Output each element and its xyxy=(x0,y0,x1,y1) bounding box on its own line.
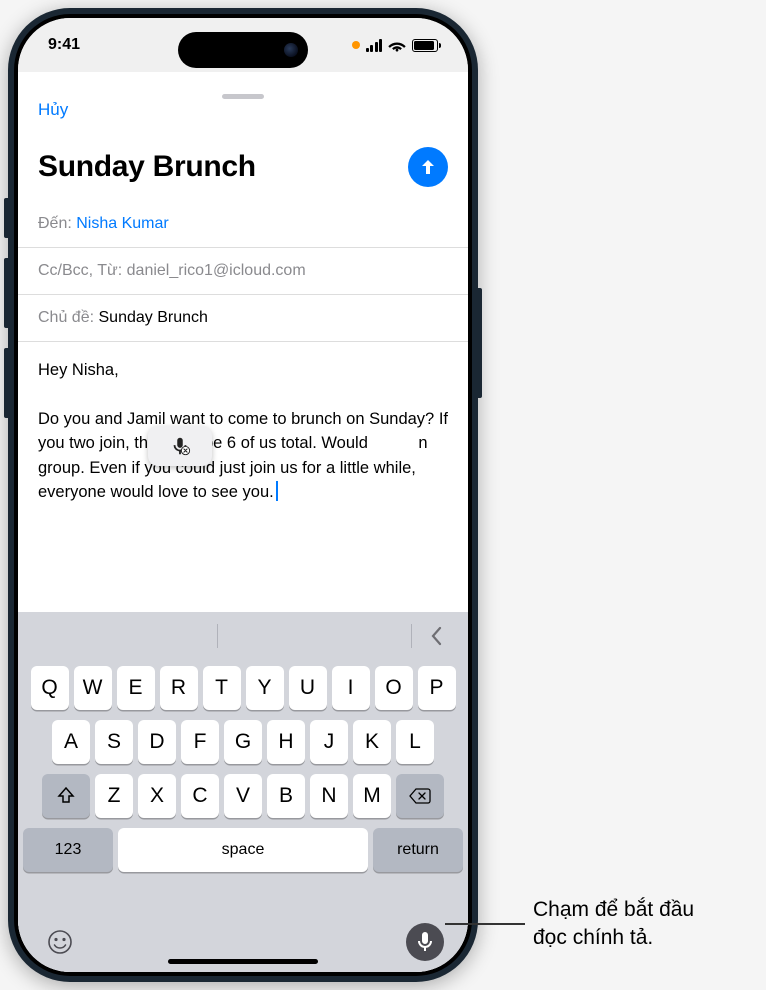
collapse-suggest-button[interactable] xyxy=(418,619,456,653)
key-s[interactable]: S xyxy=(95,720,133,764)
key-d[interactable]: D xyxy=(138,720,176,764)
number-key[interactable]: 123 xyxy=(23,828,113,872)
key-x[interactable]: X xyxy=(138,774,176,818)
dictation-button[interactable] xyxy=(406,923,444,961)
cellular-icon xyxy=(366,39,383,52)
microphone-icon xyxy=(416,931,434,953)
volume-down xyxy=(4,348,10,418)
send-button[interactable] xyxy=(408,147,448,187)
key-q[interactable]: Q xyxy=(31,666,69,710)
screen: 9:41 Hủy Sunday Brunch xyxy=(18,18,468,972)
kb-row-3: ZXCVBNM xyxy=(23,774,463,818)
shift-icon xyxy=(56,786,76,806)
wifi-icon xyxy=(388,39,406,52)
divider xyxy=(217,624,218,648)
key-p[interactable]: P xyxy=(418,666,456,710)
delete-icon xyxy=(409,788,431,804)
keyboard-rows: QWERTYUIOP ASDFGHJKL ZXCVBNM 123 space r… xyxy=(18,660,468,914)
space-key[interactable]: space xyxy=(118,828,368,872)
key-k[interactable]: K xyxy=(353,720,391,764)
mic-cancel-icon xyxy=(169,435,191,457)
chevron-left-icon xyxy=(430,626,444,646)
cc-label: Cc/Bcc, Từ: xyxy=(38,262,122,279)
callout-line-2: đọc chính tả. xyxy=(533,924,753,952)
key-u[interactable]: U xyxy=(289,666,327,710)
key-i[interactable]: I xyxy=(332,666,370,710)
callout: Chạm để bắt đầu đọc chính tả. xyxy=(445,896,753,953)
key-w[interactable]: W xyxy=(74,666,112,710)
grabber[interactable] xyxy=(222,94,264,99)
callout-line-1: Chạm để bắt đầu xyxy=(533,896,753,924)
key-c[interactable]: C xyxy=(181,774,219,818)
mute-switch xyxy=(4,198,10,238)
arrow-up-icon xyxy=(418,157,438,177)
key-n[interactable]: N xyxy=(310,774,348,818)
kb-row-1: QWERTYUIOP xyxy=(23,666,463,710)
to-value: Nisha Kumar xyxy=(76,215,168,232)
compose-title: Sunday Brunch xyxy=(38,150,256,184)
volume-up xyxy=(4,258,10,328)
home-indicator[interactable] xyxy=(168,959,318,964)
subject-label: Chủ đề: xyxy=(38,309,94,326)
key-y[interactable]: Y xyxy=(246,666,284,710)
callout-text: Chạm để bắt đầu đọc chính tả. xyxy=(533,896,753,953)
return-key[interactable]: return xyxy=(373,828,463,872)
body-textarea[interactable]: Hey Nisha, Do you and Jamil want to come… xyxy=(18,342,468,520)
key-f[interactable]: F xyxy=(181,720,219,764)
emoji-icon xyxy=(46,928,74,956)
status-icons xyxy=(352,39,439,52)
key-g[interactable]: G xyxy=(224,720,262,764)
keyboard-suggest-bar xyxy=(18,612,468,660)
cancel-button[interactable]: Hủy xyxy=(38,100,68,120)
compose-card: Hủy Sunday Brunch Đến: Nisha Kumar Cc/Bc… xyxy=(18,86,468,972)
battery-icon xyxy=(412,39,438,52)
cc-bcc-from-field[interactable]: Cc/Bcc, Từ: daniel_rico1@icloud.com xyxy=(18,248,468,295)
key-t[interactable]: T xyxy=(203,666,241,710)
dictation-popup[interactable] xyxy=(148,426,212,466)
key-l[interactable]: L xyxy=(396,720,434,764)
delete-key[interactable] xyxy=(396,774,444,818)
key-e[interactable]: E xyxy=(117,666,155,710)
status-bar: 9:41 xyxy=(18,18,468,72)
key-h[interactable]: H xyxy=(267,720,305,764)
kb-row-2: ASDFGHJKL xyxy=(23,720,463,764)
callout-leader-line xyxy=(445,923,525,925)
compose-header: Sunday Brunch xyxy=(18,107,468,201)
to-field[interactable]: Đến: Nisha Kumar xyxy=(18,201,468,248)
phone-frame: 9:41 Hủy Sunday Brunch xyxy=(8,8,478,982)
to-label: Đến: xyxy=(38,215,72,232)
key-r[interactable]: R xyxy=(160,666,198,710)
subject-value: Sunday Brunch xyxy=(99,309,208,326)
subject-field[interactable]: Chủ đề: Sunday Brunch xyxy=(18,295,468,342)
key-z[interactable]: Z xyxy=(95,774,133,818)
shift-key[interactable] xyxy=(42,774,90,818)
from-value: daniel_rico1@icloud.com xyxy=(127,262,306,279)
side-button xyxy=(476,288,482,398)
keyboard: QWERTYUIOP ASDFGHJKL ZXCVBNM 123 space r… xyxy=(18,612,468,972)
key-o[interactable]: O xyxy=(375,666,413,710)
divider xyxy=(411,624,412,648)
key-b[interactable]: B xyxy=(267,774,305,818)
key-j[interactable]: J xyxy=(310,720,348,764)
dynamic-island xyxy=(178,32,308,68)
key-a[interactable]: A xyxy=(52,720,90,764)
mic-indicator-icon xyxy=(352,41,360,49)
kb-row-4: 123 space return xyxy=(23,828,463,872)
front-camera xyxy=(284,43,298,57)
emoji-button[interactable] xyxy=(42,924,78,960)
key-m[interactable]: M xyxy=(353,774,391,818)
text-cursor xyxy=(276,481,278,501)
key-v[interactable]: V xyxy=(224,774,262,818)
status-time: 9:41 xyxy=(48,36,80,54)
